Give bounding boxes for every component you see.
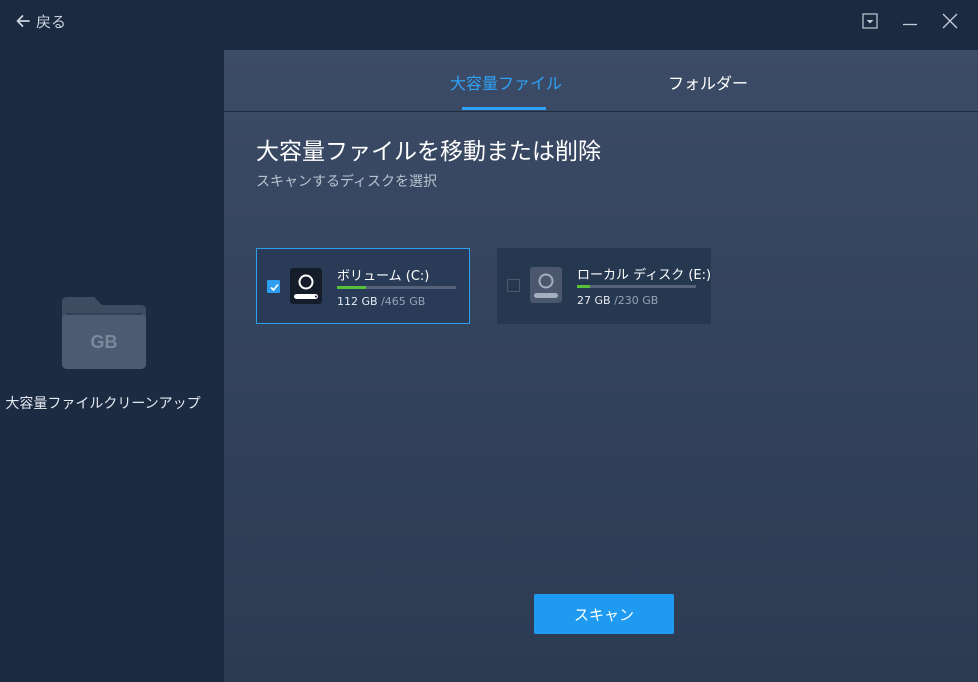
drive-c-size: 112 GB /465 GB (337, 295, 425, 308)
local-drive-icon (530, 267, 562, 303)
back-button[interactable]: 戻る (14, 10, 66, 32)
checkmark-icon (270, 283, 279, 292)
dropdown-box-icon (862, 13, 878, 29)
page-subtitle: スキャンするディスクを選択 (256, 174, 438, 190)
back-label: 戻る (36, 12, 67, 31)
drive-e-used: 27 GB (577, 294, 611, 307)
dropdown-menu-button[interactable] (859, 10, 881, 32)
sidebar: GB 大容量ファイルクリーンアップ (0, 50, 224, 682)
tab-large-files[interactable]: 大容量ファイル (450, 70, 562, 94)
drive-c-name: ボリューム (C:) (337, 269, 430, 284)
drive-c-usage-fill (337, 286, 366, 289)
page-title: 大容量ファイルを移動または削除 (256, 139, 601, 165)
folder-badge: GB (90, 332, 118, 352)
drive-e-usage-fill (577, 285, 591, 288)
title-bar: 戻る (0, 0, 978, 50)
close-button[interactable] (939, 10, 961, 32)
arrow-left-icon (16, 15, 30, 27)
drive-e-usage-bar (577, 285, 696, 288)
tab-bar: 大容量ファイル フォルダー (224, 50, 978, 112)
drive-c-used: 112 GB (337, 295, 378, 308)
drive-e-name: ローカル ディスク (E:) (577, 268, 712, 283)
large-file-folder-icon: GB (60, 296, 148, 370)
drive-card-c[interactable]: ボリューム (C:) 112 GB /465 GB (256, 248, 470, 324)
drive-c-total: /465 GB (381, 295, 426, 308)
close-icon (942, 13, 958, 29)
drive-c-usage-bar (337, 286, 456, 289)
scan-button[interactable]: スキャン (534, 594, 674, 634)
system-drive-icon (290, 268, 322, 304)
drive-e-checkbox[interactable] (507, 279, 520, 292)
drive-card-e[interactable]: ローカル ディスク (E:) 27 GB /230 GB (497, 248, 711, 324)
drive-e-size: 27 GB /230 GB (577, 294, 658, 307)
drive-e-total: /230 GB (614, 294, 659, 307)
sidebar-feature-label: 大容量ファイルクリーンアップ (5, 396, 201, 412)
drive-c-checkbox[interactable] (267, 280, 280, 293)
minimize-icon (903, 23, 917, 26)
active-tab-indicator (462, 107, 546, 110)
minimize-button[interactable] (899, 10, 921, 32)
tab-folders[interactable]: フォルダー (668, 70, 748, 94)
main-panel: 大容量ファイル フォルダー 大容量ファイルを移動または削除 スキャンするディスク… (224, 50, 978, 682)
